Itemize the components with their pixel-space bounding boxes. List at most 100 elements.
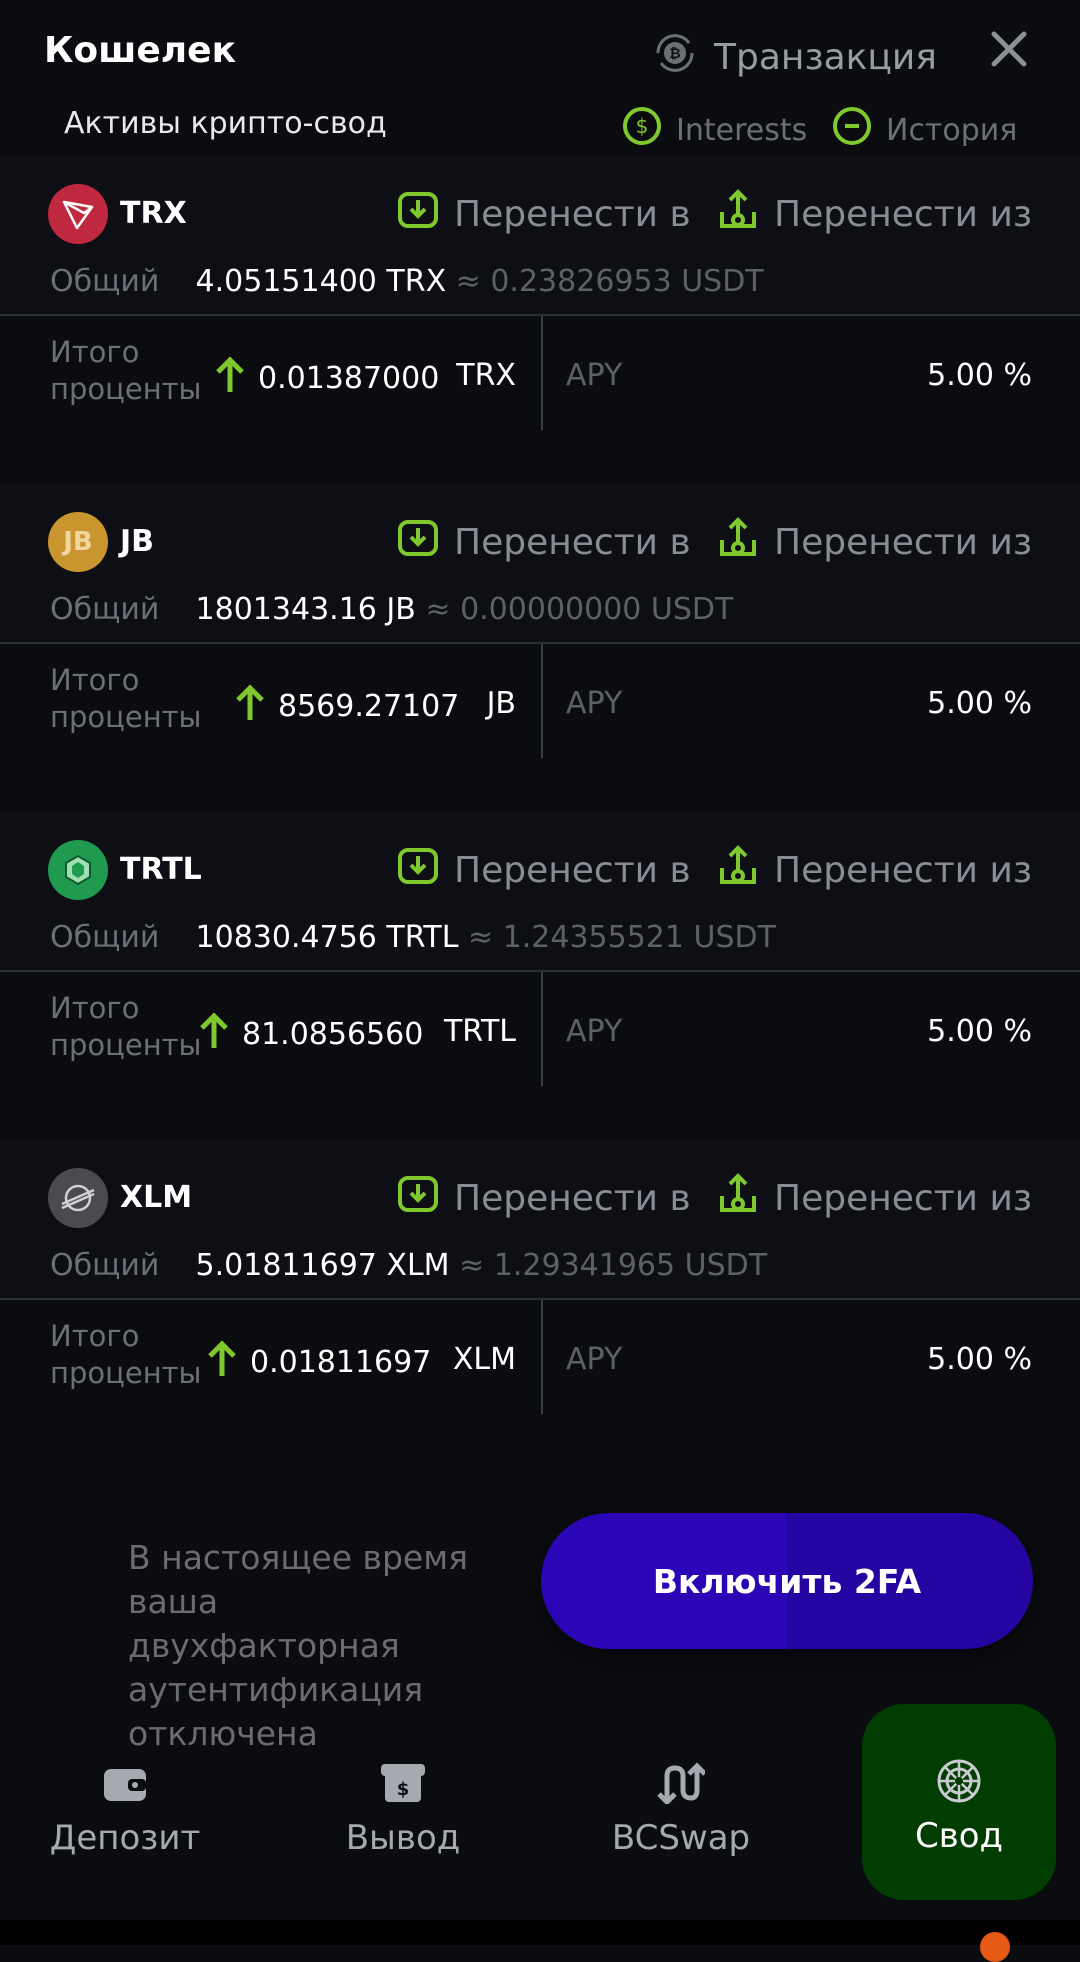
total-row: Общий 10830.4756 TRTL ≈ 1.24355521 USDT	[50, 920, 776, 955]
total-row: Общий 4.05151400 TRX ≈ 0.23826953 USDT	[50, 264, 764, 299]
apy-label: APY	[566, 1014, 623, 1049]
arrow-up-icon	[204, 1338, 240, 1386]
total-label: Общий	[50, 592, 160, 627]
close-icon[interactable]	[988, 28, 1030, 74]
total-row: Общий 5.01811697 XLM ≈ 1.29341965 USDT	[50, 1248, 767, 1283]
transfer-out-label: Перенести из	[774, 194, 1033, 235]
transfer-in-icon	[396, 844, 440, 897]
enable-2fa-button[interactable]: Включить 2FA	[541, 1513, 1033, 1649]
transfer-in-button[interactable]: Перенести в	[396, 188, 691, 241]
vault-subheader: Активы крипто-свод $ Interests История	[0, 106, 1080, 146]
arrow-up-icon	[212, 354, 248, 402]
coin-name: TRX	[120, 196, 187, 231]
total-usdt-value: ≈ 0.23826953 USDT	[455, 264, 764, 299]
transaction-label: Транзакция	[714, 37, 937, 78]
total-value: 1801343.16 JB	[195, 592, 416, 627]
nav-withdraw[interactable]: $ Вывод	[278, 1756, 528, 1858]
interest-amount: 8569.27107	[278, 688, 460, 724]
apy-label: APY	[566, 686, 623, 721]
interest-value: 0.01811697	[204, 1338, 431, 1386]
transfer-in-button[interactable]: Перенести в	[396, 1172, 691, 1225]
apy-value: 5.00 %	[927, 686, 1032, 721]
transfer-out-label: Перенести из	[774, 1178, 1033, 1219]
interest-value: 81.0856560	[196, 1010, 423, 1058]
coin-name: JB	[120, 524, 155, 559]
transfer-in-label: Перенести в	[454, 1178, 691, 1219]
interests-link[interactable]: $ Interests	[622, 106, 807, 146]
trx-logo-icon	[48, 184, 108, 244]
transfer-out-label: Перенести из	[774, 522, 1033, 563]
interest-unit: TRTL	[443, 1014, 516, 1049]
interest-amount: 81.0856560	[242, 1016, 424, 1052]
interest-value: 8569.27107	[232, 682, 459, 730]
interest-amount: 0.01811697	[250, 1344, 432, 1380]
transfer-out-icon	[716, 188, 760, 241]
nav-vault-label: Свод	[914, 1816, 1004, 1856]
swap-icon	[556, 1756, 806, 1810]
transfer-in-icon	[396, 188, 440, 241]
interest-unit: TRX	[456, 358, 516, 393]
coin-name: XLM	[120, 1180, 193, 1215]
bitcoin-refresh-icon: ₿	[652, 30, 698, 85]
svg-text:$: $	[397, 1779, 410, 1800]
total-value: 5.01811697 XLM	[195, 1248, 450, 1283]
apy-value: 5.00 %	[927, 358, 1032, 393]
asset-card-trtl: TRTL Перенести в Перенести из Общий 1083…	[0, 810, 1080, 1130]
arrow-up-icon	[232, 682, 268, 730]
interest-unit: XLM	[452, 1342, 516, 1377]
apy-value: 5.00 %	[927, 1014, 1032, 1049]
transaction-button[interactable]: ₿ Транзакция	[652, 30, 937, 85]
transfer-out-label: Перенести из	[774, 850, 1033, 891]
asset-card-trx: TRX Перенести в Перенести из Общий 4.051…	[0, 154, 1080, 474]
nav-deposit[interactable]: Депозит	[0, 1756, 250, 1858]
transfer-in-button[interactable]: Перенести в	[396, 516, 691, 569]
interest-label: Итого проценты	[50, 1319, 202, 1390]
nav-swap[interactable]: BCSwap	[556, 1756, 806, 1858]
divider	[541, 316, 543, 430]
transfer-in-label: Перенести в	[454, 194, 691, 235]
total-usdt-value: ≈ 1.29341965 USDT	[459, 1248, 768, 1283]
transfer-in-icon	[396, 516, 440, 569]
xlm-logo-icon	[48, 1168, 108, 1228]
transfer-out-button[interactable]: Перенести из	[716, 1172, 1032, 1225]
jb-logo-icon: JB	[48, 512, 108, 572]
coin-name: TRTL	[120, 852, 202, 887]
total-label: Общий	[50, 264, 160, 299]
total-value: 10830.4756 TRTL	[195, 920, 459, 955]
transfer-out-icon	[716, 1172, 760, 1225]
history-link[interactable]: История	[832, 106, 1017, 146]
cash-withdraw-icon: $	[278, 1756, 528, 1810]
transfer-in-label: Перенести в	[454, 522, 691, 563]
dollar-icon: $	[622, 106, 662, 146]
divider	[541, 972, 543, 1086]
interest-unit: JB	[486, 686, 516, 721]
total-usdt-value: ≈ 1.24355521 USDT	[467, 920, 776, 955]
app-header: Кошелек ₿ Транзакция	[0, 0, 1080, 106]
transfer-in-button[interactable]: Перенести в	[396, 844, 691, 897]
interest-label: Итого проценты	[50, 663, 202, 734]
nav-deposit-label: Депозит	[49, 1818, 201, 1858]
asset-card-jb: JB JB Перенести в Перенести из Общий 180…	[0, 482, 1080, 802]
vault-title: Активы крипто-свод	[64, 106, 387, 141]
divider	[541, 644, 543, 758]
interests-label: Interests	[676, 112, 808, 147]
apy-label: APY	[566, 358, 623, 393]
nav-vault[interactable]: Свод	[862, 1704, 1056, 1900]
history-label: История	[886, 112, 1018, 147]
page-title: Кошелек	[44, 30, 237, 71]
bottom-nav: Депозит $ Вывод BCSwap Свод	[0, 1700, 1080, 1920]
interest-label: Итого проценты	[50, 335, 202, 406]
nav-swap-label: BCSwap	[611, 1818, 751, 1858]
transfer-out-button[interactable]: Перенести из	[716, 844, 1032, 897]
notification-dot	[980, 1932, 1010, 1962]
trtl-logo-icon	[48, 840, 108, 900]
total-value: 4.05151400 TRX	[195, 264, 447, 299]
nav-withdraw-label: Вывод	[345, 1818, 461, 1858]
asset-card-xlm: XLM Перенести в Перенести из Общий 5.018…	[0, 1138, 1080, 1458]
apy-label: APY	[566, 1342, 623, 1377]
transfer-out-button[interactable]: Перенести из	[716, 516, 1032, 569]
interest-value: 0.01387000	[212, 354, 439, 402]
total-label: Общий	[50, 1248, 160, 1283]
total-label: Общий	[50, 920, 160, 955]
transfer-out-button[interactable]: Перенести из	[716, 188, 1032, 241]
